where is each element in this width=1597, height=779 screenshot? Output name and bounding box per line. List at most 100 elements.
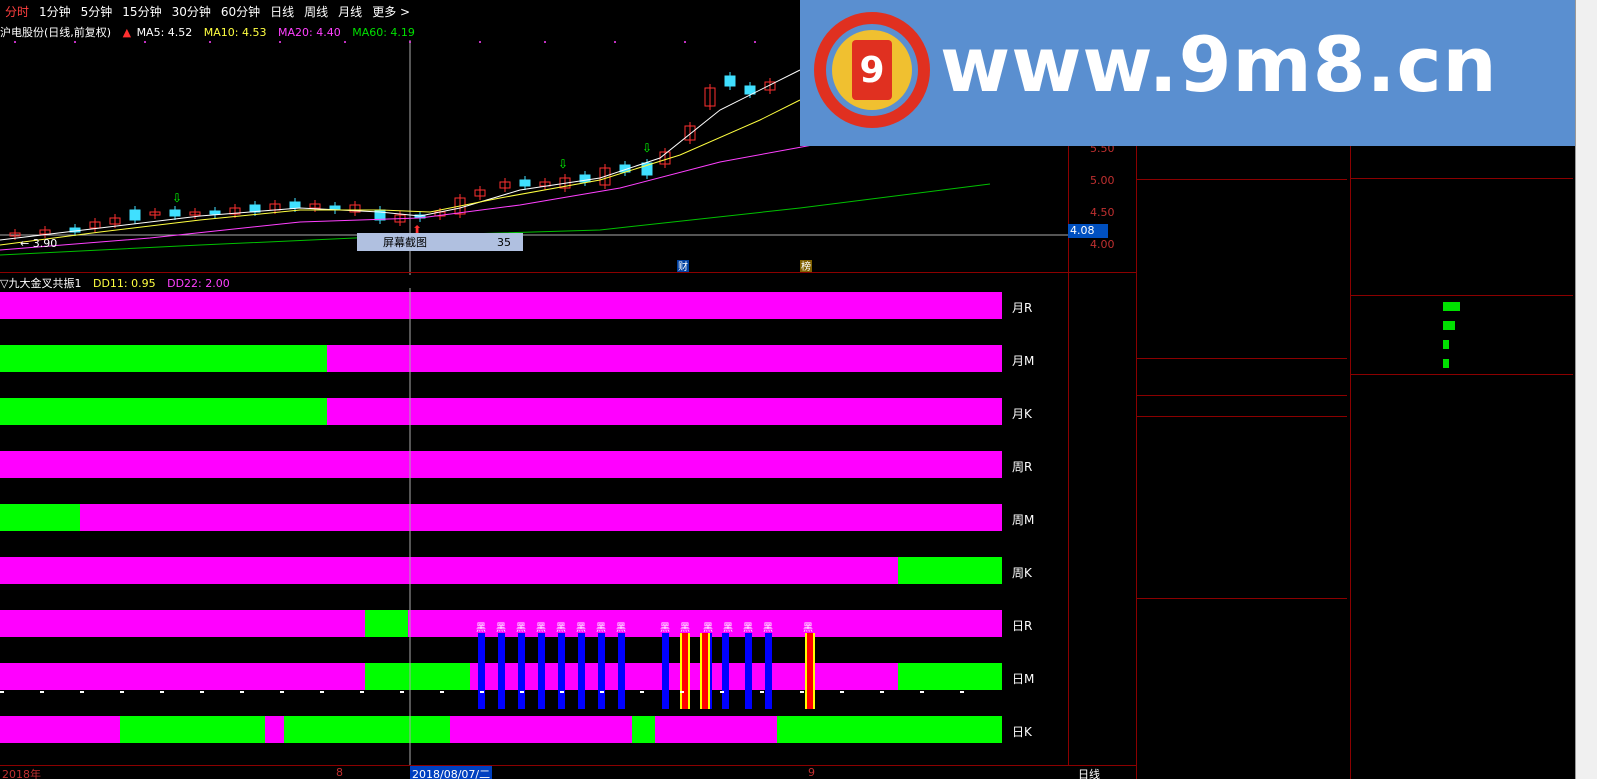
flow-row xyxy=(1351,355,1573,372)
signal-row-label: 周M xyxy=(1012,513,1034,527)
toolbar-item-2[interactable]: 5分钟 xyxy=(76,3,118,20)
ma-legend: 沪电股份(日线,前复权) ▲ MA5: 4.52 MA10: 4.53 MA20… xyxy=(0,24,423,40)
buy-level-row xyxy=(1137,236,1347,253)
toolbar-item-5[interactable]: 60分钟 xyxy=(216,3,265,20)
top-marker xyxy=(344,41,346,43)
avg-buy-row xyxy=(1137,378,1347,395)
signal-row-label: 日K xyxy=(1012,725,1033,739)
black-marker: 黑 xyxy=(496,622,506,634)
tick-row xyxy=(1351,465,1573,482)
flow-bar xyxy=(1443,359,1449,368)
top-marker xyxy=(479,41,481,43)
tick-row xyxy=(1351,413,1573,430)
buy-level-row xyxy=(1137,254,1347,271)
signal-bar-g xyxy=(0,345,327,372)
candle-body xyxy=(209,210,221,215)
signal-column-blue xyxy=(498,633,505,709)
tick-row xyxy=(1351,483,1573,500)
tool-sidebar xyxy=(1575,0,1597,779)
book-separator xyxy=(1137,358,1347,359)
signal-row-label: 月K xyxy=(1012,407,1033,421)
signal-row-label: 周R xyxy=(1012,460,1032,474)
black-marker: 黑 xyxy=(743,622,753,634)
signal-column-blue xyxy=(618,633,625,709)
stat-separator xyxy=(1351,295,1573,296)
toolbar-item-7[interactable]: 周线 xyxy=(299,3,333,20)
signal-bar-g xyxy=(898,663,1002,690)
signal-column-blue xyxy=(662,633,669,709)
stat-row xyxy=(1351,199,1573,216)
signal-bar-m xyxy=(327,398,1002,425)
top-marker xyxy=(684,41,686,43)
black-marker: 黑 xyxy=(576,622,586,634)
signal-bar-m xyxy=(0,292,1002,319)
tick-row xyxy=(1351,518,1573,535)
period-label[interactable]: 日线 xyxy=(1078,766,1100,779)
toolbar-item-3[interactable]: 15分钟 xyxy=(117,3,166,20)
buy-level-row xyxy=(1137,290,1347,307)
candle-body xyxy=(289,201,301,209)
buy1_block-header xyxy=(1137,602,1347,619)
toolbar-item-4[interactable]: 30分钟 xyxy=(167,3,216,20)
signal-bar-m xyxy=(327,345,1002,372)
stat-row xyxy=(1351,275,1573,292)
tick-row xyxy=(1351,430,1573,447)
indicator-chart[interactable]: 月R月M月K周R周M周K日R日M日K黑黑黑黑黑黑黑黑黑黑黑黑黑黑黑 xyxy=(0,288,1068,765)
top-marker xyxy=(614,41,616,43)
tick-row xyxy=(1351,693,1573,710)
flow-bar xyxy=(1443,340,1449,349)
book-separator xyxy=(1137,179,1347,180)
ma5-value: MA5: 4.52 xyxy=(136,26,193,39)
tick-row xyxy=(1351,500,1573,517)
low-price-label: ← 3.90 xyxy=(20,237,57,250)
tick-row xyxy=(1351,763,1573,779)
signal-column-blue xyxy=(598,633,605,709)
tick-row xyxy=(1351,448,1573,465)
black-marker: 黑 xyxy=(723,622,733,634)
buy-level-row xyxy=(1137,217,1347,234)
tick-row xyxy=(1351,605,1573,622)
watermark-banner: 9 www.9m8.cn xyxy=(800,0,1575,146)
toolbar-item-8[interactable]: 月线 xyxy=(333,3,367,20)
buy-level-row xyxy=(1137,181,1347,198)
candle-body xyxy=(129,209,141,221)
svg-text:9: 9 xyxy=(859,50,884,91)
tick-row xyxy=(1351,588,1573,605)
month-label: 8 xyxy=(336,766,343,779)
tooltip-value: 35 xyxy=(497,236,511,249)
signal-row-label: 日M xyxy=(1012,672,1034,686)
signal-bar-g xyxy=(0,504,80,531)
signal-column-red xyxy=(702,633,708,709)
black-marker: 黑 xyxy=(680,622,690,634)
signal-column-blue xyxy=(518,633,525,709)
price-tick: 5.00 xyxy=(1090,174,1115,187)
avg-sell-row xyxy=(1137,360,1347,377)
signal-bar-m xyxy=(655,716,777,743)
book-separator xyxy=(1137,416,1347,417)
candle-body xyxy=(169,209,181,217)
book-separator xyxy=(1137,395,1347,396)
book-separator xyxy=(1137,598,1347,599)
top-marker xyxy=(14,41,16,43)
ticks-header xyxy=(1351,376,1573,393)
buy-level-row xyxy=(1137,308,1347,325)
black-marker: 黑 xyxy=(536,622,546,634)
candle-body xyxy=(519,179,531,187)
toolbar-item-9[interactable]: 更多 > xyxy=(367,3,415,20)
black-marker: 黑 xyxy=(703,622,713,634)
stock-title[interactable]: 沪电股份(日线,前复权) xyxy=(0,26,111,39)
indicator-axis xyxy=(1088,288,1134,765)
signal-bar-m xyxy=(0,663,365,690)
ma60-value: MA60: 4.19 xyxy=(352,26,415,39)
toolbar-item-0[interactable]: 分时 xyxy=(0,3,34,20)
signal-column-blue xyxy=(558,633,565,709)
black-marker: 黑 xyxy=(596,622,606,634)
flow-bar xyxy=(1443,321,1455,330)
toolbar-item-1[interactable]: 1分钟 xyxy=(34,3,76,20)
tick-row xyxy=(1351,570,1573,587)
toolbar-item-6[interactable]: 日线 xyxy=(265,3,299,20)
signal-bar-g xyxy=(120,716,265,743)
current-price-tag: 4.08 xyxy=(1068,224,1108,238)
flow-row xyxy=(1351,317,1573,334)
period-toolbar: 分时 1分钟 5分钟 15分钟 30分钟 60分钟 日线 周线 月线 更多 > xyxy=(0,0,800,22)
